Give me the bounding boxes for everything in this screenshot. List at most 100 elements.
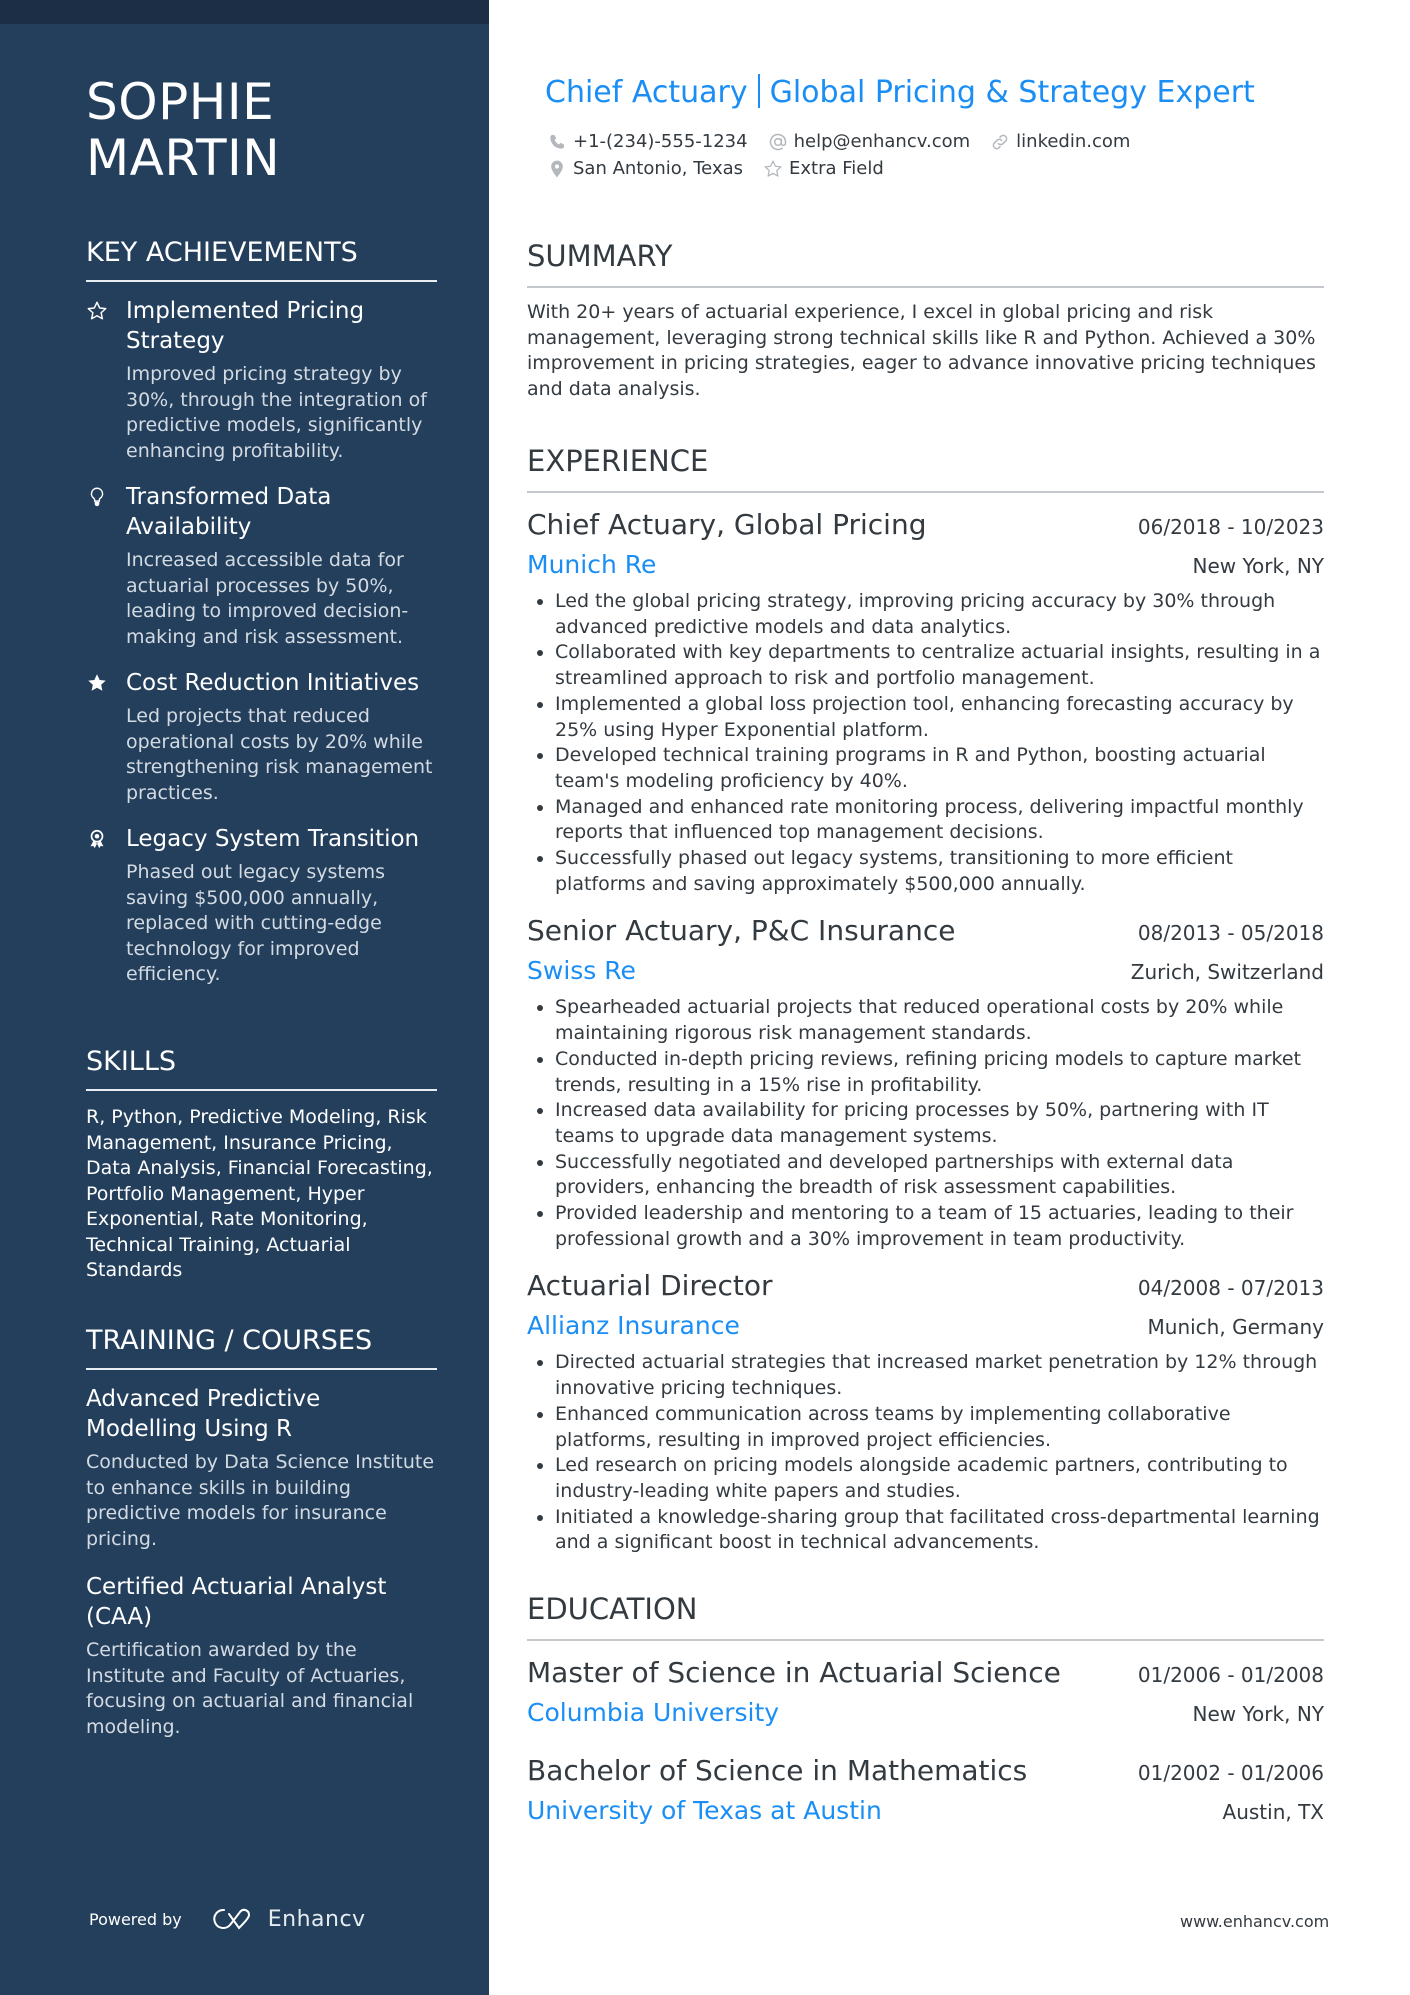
contact-phone[interactable]: +1-(234)-555-1234 <box>547 131 748 152</box>
school-name: University of Texas at Austin <box>527 1796 882 1825</box>
achievement-title: Cost Reduction Initiatives <box>126 670 420 696</box>
job-title: Actuarial Director <box>527 1269 773 1303</box>
linkedin-text: linkedin.com <box>1016 131 1131 152</box>
job-bullets: Led the global pricing strategy, improvi… <box>527 589 1324 897</box>
course-description: Certification awarded by the Institute a… <box>86 1639 414 1738</box>
training-section: TRAINING / COURSES Advanced Predictive M… <box>86 1324 437 1760</box>
at-sign-icon <box>769 133 786 150</box>
bullet-item: Successfully negotiated and developed pa… <box>555 1150 1324 1201</box>
achievement-item: Implemented Pricing Strategy Improved pr… <box>86 296 437 464</box>
brand-name: Enhancv <box>267 1906 366 1932</box>
education-entry: Bachelor of Science in Mathematics 01/200… <box>527 1751 1324 1831</box>
headline-specialty: Global Pricing & Strategy Expert <box>769 75 1255 110</box>
section-heading: EXPERIENCE <box>527 443 1324 493</box>
school-location: New York, NY <box>1192 1702 1324 1726</box>
achievement-title: Legacy System Transition <box>126 826 420 852</box>
job-bullets: Directed actuarial strategies that incre… <box>527 1350 1324 1556</box>
company-name: Swiss Re <box>527 956 636 986</box>
education-dates: 01/2002 - 01/2006 <box>1137 1761 1324 1785</box>
achievement-description: Phased out legacy systems saving $500,00… <box>126 861 385 985</box>
experience-entry: Senior Actuary, P&C Insurance 08/2013 - 0… <box>527 911 1324 1252</box>
achievement-item: Cost Reduction Initiatives Led projects … <box>86 668 437 806</box>
job-location: Munich, Germany <box>1147 1315 1324 1340</box>
job-dates: 04/2008 - 07/2013 <box>1137 1276 1324 1301</box>
bullet-item: Provided leadership and mentoring to a t… <box>555 1201 1324 1252</box>
achievement-title: Implemented Pricing Strategy <box>126 298 365 354</box>
bullet-item: Successfully phased out legacy systems, … <box>555 846 1324 897</box>
headline-divider <box>757 74 760 108</box>
section-heading: SKILLS <box>86 1045 437 1091</box>
section-heading: KEY ACHIEVEMENTS <box>86 236 437 282</box>
bullet-item: Enhanced communication across teams by i… <box>555 1402 1324 1453</box>
company-name: Allianz Insurance <box>527 1311 740 1341</box>
job-title: Senior Actuary, P&C Insurance <box>527 914 956 948</box>
contact-info: +1-(234)-555-1234 help@enhancv.com linke… <box>547 128 1150 182</box>
enhancv-logo[interactable]: Enhancv <box>210 1906 366 1932</box>
section-heading: SUMMARY <box>527 238 1324 288</box>
achievement-description: Improved pricing strategy by 30%, throug… <box>126 363 427 462</box>
phone-text: +1-(234)-555-1234 <box>573 131 748 152</box>
map-pin-icon <box>551 160 563 177</box>
powered-by-label: Powered by <box>89 1909 182 1929</box>
experience-section: EXPERIENCE Chief Actuary, Global Pricing… <box>527 443 1324 1570</box>
summary-section: SUMMARY With 20+ years of actuarial expe… <box>527 238 1324 402</box>
job-location: Zurich, Switzerland <box>1130 960 1324 985</box>
skills-section: SKILLS R, Python, Predictive Modeling, R… <box>86 1045 437 1284</box>
bullet-item: Managed and enhanced rate monitoring pro… <box>555 795 1324 846</box>
job-dates: 06/2018 - 10/2023 <box>1137 515 1324 539</box>
bullet-item: Increased data availability for pricing … <box>555 1098 1324 1149</box>
job-headline: Chief Actuary Global Pricing & Strategy E… <box>545 74 1255 110</box>
skills-list: R, Python, Predictive Modeling, Risk Man… <box>86 1106 433 1281</box>
bullet-item: Developed technical training programs in… <box>555 743 1324 794</box>
star-outline-icon <box>764 159 782 177</box>
company-name: Munich Re <box>527 550 657 579</box>
course-title: Advanced Predictive Modelling Using R <box>86 1386 321 1442</box>
education-section: EDUCATION Master of Science in Actuarial… <box>527 1591 1324 1849</box>
achievement-description: Increased accessible data for actuarial … <box>126 549 409 648</box>
course-item: Certified Actuarial Analyst (CAA) Certif… <box>86 1572 437 1740</box>
bullet-item: Implemented a global loss projection too… <box>555 692 1324 743</box>
experience-entry: Chief Actuary, Global Pricing 06/2018 - 1… <box>527 505 1324 897</box>
email-text: help@enhancv.com <box>793 131 971 152</box>
candidate-name: SOPHIE MARTIN <box>86 73 281 187</box>
section-heading: EDUCATION <box>527 1591 1324 1641</box>
contact-email[interactable]: help@enhancv.com <box>768 131 971 152</box>
achievement-item: Transformed Data Availability Increased … <box>86 482 437 650</box>
degree: Bachelor of Science in Mathematics <box>527 1754 1028 1787</box>
bullet-item: Spearheaded actuarial projects that redu… <box>555 995 1324 1046</box>
school-location: Austin, TX <box>1222 1800 1324 1824</box>
sidebar-top-strip <box>0 0 489 24</box>
headline-role: Chief Actuary <box>545 75 748 110</box>
course-item: Advanced Predictive Modelling Using R Co… <box>86 1384 437 1552</box>
job-location: New York, NY <box>1192 554 1324 578</box>
job-title: Chief Actuary, Global Pricing <box>527 508 927 541</box>
bullet-item: Led the global pricing strategy, improvi… <box>555 589 1324 640</box>
enhancv-logo-icon <box>213 1908 250 1930</box>
education-entry: Master of Science in Actuarial Science 01… <box>527 1653 1324 1733</box>
contact-location: San Antonio, Texas <box>547 158 743 179</box>
job-bullets: Spearheaded actuarial projects that redu… <box>527 995 1324 1252</box>
education-dates: 01/2006 - 01/2008 <box>1137 1663 1324 1687</box>
phone-icon <box>550 134 565 149</box>
course-title: Certified Actuarial Analyst (CAA) <box>86 1574 387 1630</box>
star-filled-icon <box>86 668 126 806</box>
school-name: Columbia University <box>527 1698 780 1727</box>
key-achievements-section: KEY ACHIEVEMENTS Implemented Pricing Str… <box>86 236 437 1006</box>
degree: Master of Science in Actuarial Science <box>527 1656 1061 1689</box>
bullet-item: Conducted in-depth pricing reviews, refi… <box>555 1047 1324 1098</box>
extra-field-text: Extra Field <box>789 158 884 179</box>
star-outline-icon <box>86 296 126 464</box>
bullet-item: Initiated a knowledge-sharing group that… <box>555 1505 1324 1556</box>
contact-extra: Extra Field <box>763 158 884 179</box>
lightbulb-icon <box>86 482 126 650</box>
achievement-item: Legacy System Transition Phased out lega… <box>86 824 437 988</box>
award-ribbon-icon <box>86 824 126 988</box>
location-text: San Antonio, Texas <box>573 158 743 179</box>
bullet-item: Led research on pricing models alongside… <box>555 1453 1324 1504</box>
contact-linkedin[interactable]: linkedin.com <box>990 131 1130 152</box>
powered-by: Powered by Enhancv <box>89 1906 366 1932</box>
footer-url[interactable]: www.enhancv.com <box>1180 1912 1329 1931</box>
section-heading: TRAINING / COURSES <box>86 1324 437 1370</box>
summary-text: With 20+ years of actuarial experience, … <box>527 301 1316 400</box>
link-icon <box>992 134 1008 149</box>
